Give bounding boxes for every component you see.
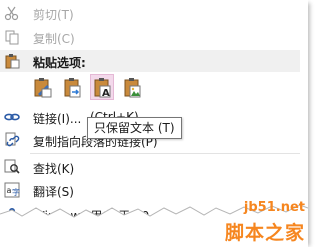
- keep-text-only-button[interactable]: A: [90, 74, 114, 100]
- paste-options-label: 粘贴选项:: [33, 56, 86, 70]
- copy-icon: [4, 29, 20, 45]
- watermark-name: 脚本之家: [224, 222, 305, 244]
- link-icon: [4, 109, 20, 125]
- picture-icon: [124, 78, 141, 98]
- clipboard-icon: [4, 53, 20, 69]
- paste-options-header: 粘贴选项:: [0, 50, 300, 72]
- menu-item-copy[interactable]: 复制(C): [0, 26, 300, 48]
- svg-text:a: a: [7, 186, 12, 195]
- merge-formatting-button[interactable]: [60, 74, 84, 100]
- menu-item-label: 查找(K): [33, 162, 75, 176]
- watermark-site: jb51.net: [243, 200, 305, 215]
- menu-item-label: 复制(C): [33, 32, 75, 46]
- merge-formatting-icon: [64, 78, 81, 98]
- picture-button[interactable]: [120, 74, 144, 100]
- keep-text-only-icon: A: [94, 78, 111, 99]
- menu-item-label: 链接(I)...: [33, 112, 82, 126]
- paragraph-link-icon: [4, 132, 20, 148]
- search-icon: [4, 159, 20, 175]
- svg-text:A: A: [102, 88, 110, 99]
- keep-source-formatting-icon: [34, 78, 52, 98]
- menu-divider: [30, 153, 300, 154]
- menu-item-cut[interactable]: 剪切(T): [0, 2, 300, 24]
- scissors-icon: [4, 5, 20, 21]
- tooltip: 只保留文本 (T): [87, 117, 182, 139]
- keep-source-formatting-button[interactable]: [30, 74, 54, 100]
- menu-item-label: 剪切(T): [33, 8, 74, 22]
- menu-item-lookup[interactable]: 查找(K): [0, 156, 300, 178]
- paste-options-row: A: [30, 74, 144, 104]
